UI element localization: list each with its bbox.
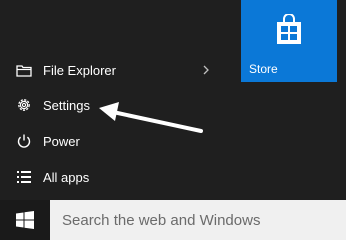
store-tile[interactable]: Store [241,0,337,82]
gear-icon [15,96,33,114]
menu-item-all-apps[interactable]: All apps [0,162,225,192]
menu-item-label: File Explorer [43,62,116,78]
start-button[interactable] [0,200,50,240]
start-menu: Store File Explorer Settings Power All a… [0,0,346,200]
store-tile-label: Store [249,62,278,76]
taskbar: Search the web and Windows [0,200,346,240]
annotation-arrow [99,102,203,133]
menu-item-file-explorer[interactable]: File Explorer [0,55,225,85]
windows-logo-icon [16,211,34,229]
folder-icon [15,61,33,79]
menu-item-label: Power [43,133,80,149]
menu-item-label: Settings [43,97,90,113]
menu-item-label: All apps [43,169,90,185]
search-placeholder: Search the web and Windows [62,211,261,229]
power-icon [15,132,33,150]
search-input[interactable]: Search the web and Windows [50,200,346,240]
store-bag-icon [277,14,301,44]
chevron-right-icon [203,65,209,75]
list-icon [15,168,33,186]
